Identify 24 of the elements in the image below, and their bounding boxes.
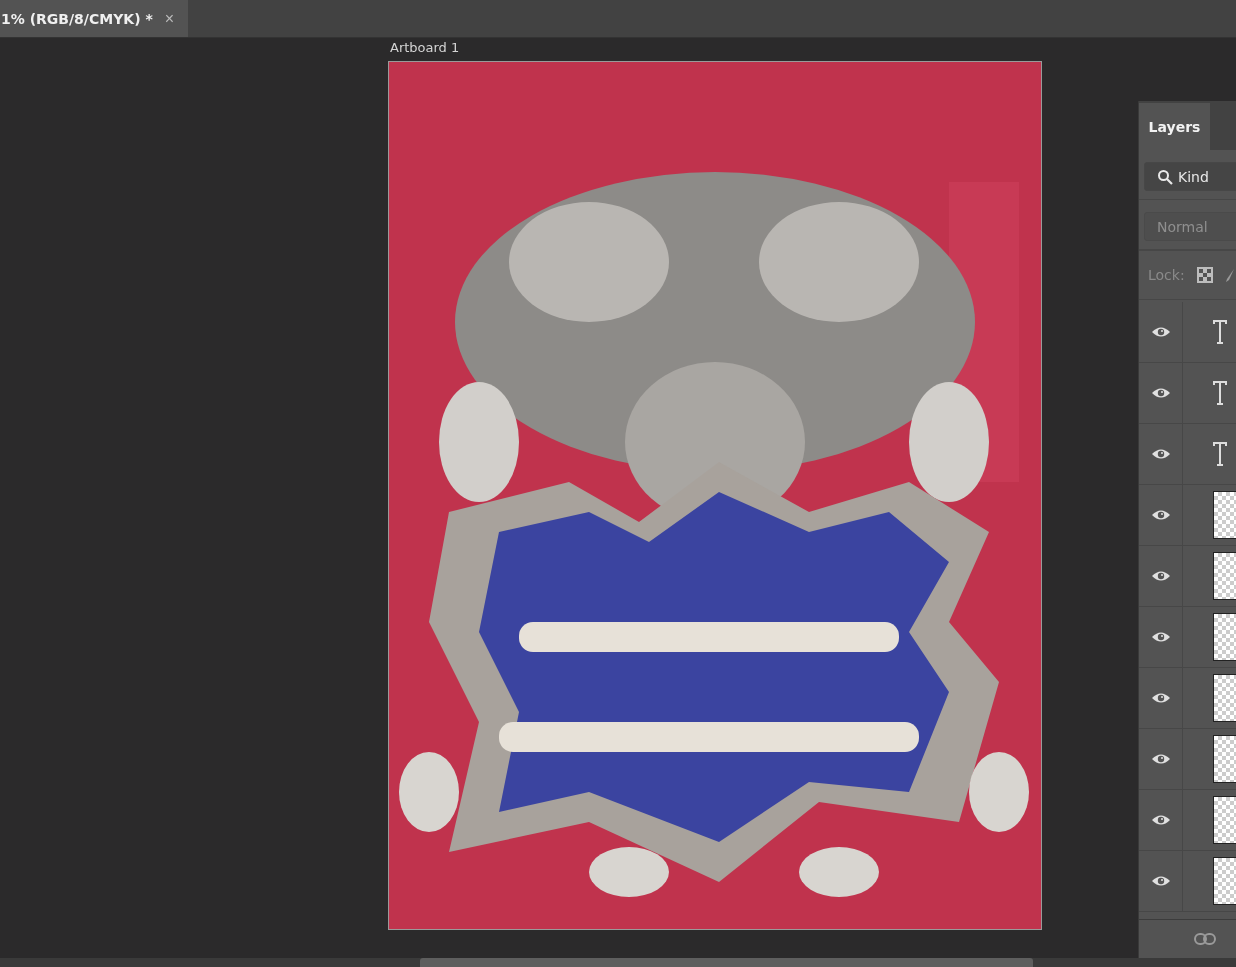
eye-icon bbox=[1150, 509, 1171, 521]
search-icon bbox=[1157, 168, 1173, 185]
filter-value: Kind bbox=[1178, 168, 1209, 185]
type-layer-icon bbox=[1213, 381, 1227, 405]
type-layer-icon bbox=[1213, 442, 1227, 466]
scrollbar-thumb[interactable] bbox=[420, 958, 1033, 967]
eye-icon bbox=[1150, 814, 1171, 826]
close-button[interactable]: × bbox=[164, 9, 175, 28]
document-tab[interactable]: 1% (RGB/8/CMYK) * × bbox=[0, 0, 188, 37]
eye-icon bbox=[1150, 326, 1171, 338]
link-icon[interactable] bbox=[1194, 933, 1216, 945]
lock-transparency-icon[interactable] bbox=[1196, 267, 1213, 283]
eye-icon bbox=[1150, 753, 1171, 765]
eye-icon bbox=[1150, 692, 1171, 704]
eye-icon bbox=[1150, 448, 1171, 460]
artboard-label: Artboard 1 bbox=[390, 39, 460, 57]
layers-tab[interactable]: Layers bbox=[1139, 103, 1210, 150]
filter-field[interactable]: Kind bbox=[1144, 162, 1236, 191]
eye-icon bbox=[1150, 875, 1171, 887]
type-layer-icon bbox=[1213, 320, 1227, 344]
document-title: 1% (RGB/8/CMYK) * bbox=[1, 10, 153, 27]
eye-icon bbox=[1150, 570, 1171, 582]
eye-icon bbox=[1150, 387, 1171, 399]
eye-icon bbox=[1150, 631, 1171, 643]
